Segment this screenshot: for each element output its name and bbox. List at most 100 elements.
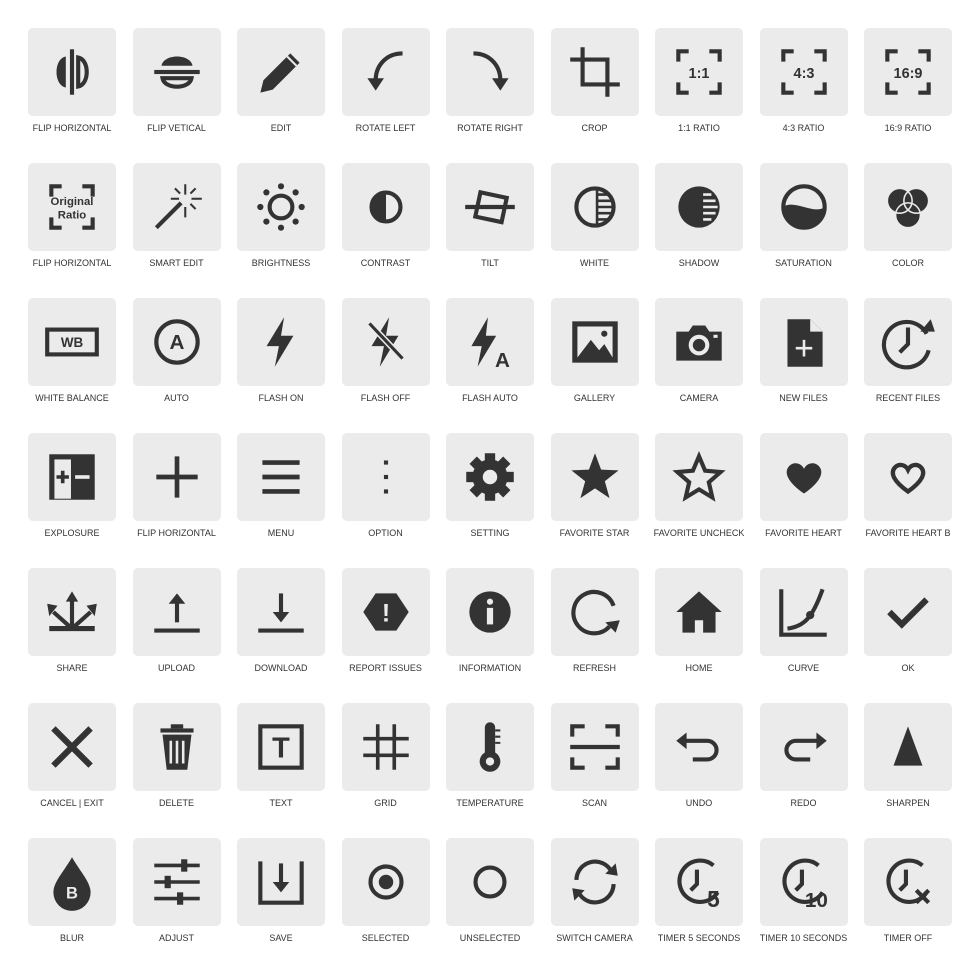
timer-button[interactable]: 5 (655, 838, 743, 926)
flip-vertical-button[interactable] (132, 28, 221, 116)
icon-cell: SMART EDIT (132, 163, 221, 298)
rotate-right-button[interactable] (446, 28, 534, 116)
plus-button[interactable] (132, 433, 221, 521)
exposure-button[interactable] (28, 433, 116, 521)
radio-unselected-button[interactable] (446, 838, 534, 926)
icon-cell: SAVE (237, 838, 325, 973)
timer-icon: 5 (677, 858, 720, 912)
gear-icon (466, 453, 514, 501)
icon-label: SCAN (581, 798, 607, 808)
flash-off-button[interactable] (341, 298, 430, 386)
rotate-left-button[interactable] (341, 28, 430, 116)
refresh-button[interactable] (550, 568, 639, 656)
flip-horizontal-button[interactable] (28, 28, 116, 116)
tilt-button[interactable] (446, 163, 534, 251)
icon-cell: NEW FILES (759, 298, 848, 433)
report-button[interactable]: ! (341, 568, 430, 656)
icon-label: DELETE (158, 798, 194, 808)
save-button[interactable] (237, 838, 325, 926)
star-button[interactable] (550, 433, 639, 521)
ratio-button[interactable]: 1:1 (655, 28, 743, 116)
report-icon: ! (362, 593, 409, 631)
icon-label: SAVE (269, 933, 293, 943)
white-balance-button[interactable]: WB (28, 298, 116, 386)
image-button[interactable] (550, 298, 639, 386)
icon-label: REPORT ISSUES (349, 663, 422, 673)
sun-button[interactable] (237, 163, 325, 251)
auto-button[interactable]: A (132, 298, 221, 386)
camera-button[interactable] (655, 298, 743, 386)
saturation-button[interactable] (759, 163, 848, 251)
grid-button[interactable] (341, 703, 430, 791)
shadow-button[interactable] (655, 163, 743, 251)
icon-cell: CURVE (759, 568, 848, 703)
text-box-button[interactable]: T (237, 703, 325, 791)
upload-button[interactable] (132, 568, 221, 656)
curve-button[interactable] (759, 568, 848, 656)
trash-icon (159, 724, 194, 770)
icon-cell: OK (864, 568, 952, 703)
menu-button[interactable] (237, 433, 325, 521)
heart-button[interactable] (759, 433, 848, 521)
white-balance-icon: WB (45, 327, 99, 357)
icon-label: FLASH AUTO (462, 393, 518, 403)
icon-cell: T TEXT (237, 703, 325, 838)
ratio-original-button[interactable]: Original Ratio (28, 163, 116, 251)
switch-camera-button[interactable] (550, 838, 639, 926)
undo-button[interactable] (655, 703, 743, 791)
home-button[interactable] (655, 568, 743, 656)
close-button[interactable] (28, 703, 116, 791)
history-button[interactable] (864, 298, 952, 386)
check-button[interactable] (864, 568, 952, 656)
color-button[interactable] (864, 163, 952, 251)
timer-button[interactable]: 10 (759, 838, 848, 926)
flash-auto-button[interactable]: A (446, 298, 534, 386)
flash-on-button[interactable] (237, 298, 325, 386)
dots-vertical-button[interactable] (341, 433, 430, 521)
sliders-button[interactable] (132, 838, 221, 926)
gear-button[interactable] (446, 433, 534, 521)
heart-outline-button[interactable] (864, 433, 952, 521)
icon-label: ADJUST (158, 933, 194, 943)
icon-label: AUTO (164, 393, 189, 403)
radio-selected-button[interactable] (341, 838, 430, 926)
crop-button[interactable] (550, 28, 639, 116)
heart-icon (786, 463, 821, 494)
icon-cell: FLASH OFF (341, 298, 430, 433)
star-outline-icon (672, 451, 726, 502)
icon-cell: UPLOAD (132, 568, 221, 703)
icon-cell: INFORMATION (446, 568, 534, 703)
thermometer-button[interactable] (446, 703, 534, 791)
drop-button[interactable]: B (28, 838, 116, 926)
icon-label: 16:9 RATIO (884, 123, 932, 133)
ratio-icon: 1:1 (676, 49, 722, 95)
magic-wand-button[interactable] (132, 163, 221, 251)
icon-label: COLOR (891, 258, 924, 268)
icon-label: TEMPERATURE (456, 798, 524, 808)
icon-label: FLIP VETICAL (147, 123, 206, 133)
trash-button[interactable] (132, 703, 221, 791)
new-file-button[interactable] (759, 298, 848, 386)
svg-text:WB: WB (61, 335, 84, 350)
dots-vertical-icon (383, 460, 388, 494)
star-outline-button[interactable] (655, 433, 743, 521)
icon-label: SETTING (470, 528, 510, 538)
icon-label: TEXT (269, 798, 293, 808)
redo-button[interactable] (759, 703, 848, 791)
timer-off-button[interactable] (864, 838, 952, 926)
magic-wand-icon (154, 184, 202, 230)
share-button[interactable] (28, 568, 116, 656)
heart-outline-icon (890, 462, 926, 495)
pencil-button[interactable] (237, 28, 325, 116)
triangle-button[interactable] (864, 703, 952, 791)
contrast-button[interactable] (341, 163, 430, 251)
icon-cell: CANCEL | EXIT (28, 703, 116, 838)
scan-button[interactable] (550, 703, 639, 791)
svg-text:16:9: 16:9 (894, 66, 923, 82)
svg-text:A: A (495, 349, 510, 372)
white-button[interactable] (550, 163, 639, 251)
download-button[interactable] (237, 568, 325, 656)
ratio-button[interactable]: 4:3 (759, 28, 848, 116)
info-button[interactable] (446, 568, 534, 656)
ratio-button[interactable]: 16:9 (864, 28, 952, 116)
